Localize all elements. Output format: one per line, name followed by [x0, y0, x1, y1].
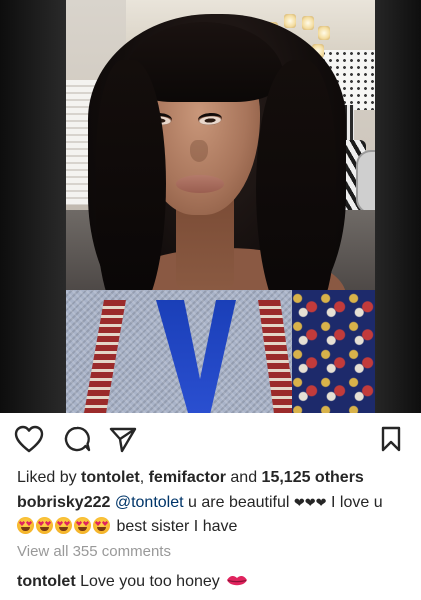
caption-mention[interactable]: @tontolet — [115, 494, 184, 511]
caption-text: u are beautiful — [183, 494, 294, 511]
photo-side-blur-left — [0, 0, 66, 413]
likes-count[interactable]: 15,125 others — [262, 469, 364, 486]
kiss-lips-emoji — [226, 573, 248, 595]
caption-text: I love u — [326, 494, 383, 511]
nose — [190, 140, 208, 162]
heart-eyes-emoji-row — [17, 515, 112, 539]
lips — [176, 175, 224, 193]
dress-navy-print — [292, 290, 375, 413]
heart-eyes-emoji — [17, 517, 34, 534]
caption-text: best sister I have — [112, 518, 238, 536]
heart-eyes-emoji — [36, 517, 53, 534]
bookmark-icon[interactable] — [376, 424, 406, 454]
mirror — [356, 150, 375, 214]
photo-side-blur-right — [375, 0, 421, 413]
liker-username[interactable]: femifactor — [149, 469, 226, 486]
paper-plane-icon[interactable] — [108, 424, 138, 454]
post-caption: bobrisky222 @tontolet u are beautiful ❤❤… — [17, 491, 412, 539]
likes-summary: Liked by tontolet, femifactor and 15,125… — [17, 467, 412, 489]
heart-eyes-emoji — [74, 517, 91, 534]
post-photo[interactable] — [0, 0, 421, 413]
heart-emojis: ❤❤❤ — [293, 495, 327, 510]
caption-username[interactable]: bobrisky222 — [17, 494, 110, 511]
comment-bubble-icon[interactable] — [62, 424, 92, 454]
likes-connector: and — [225, 469, 262, 486]
liker-username[interactable]: tontolet — [81, 469, 140, 486]
heart-eyes-emoji — [93, 517, 110, 534]
likes-prefix: Liked by — [17, 469, 82, 486]
top-comment: tontolet Love you too honey — [17, 571, 248, 595]
comment-text: Love you too honey — [75, 573, 220, 590]
heart-outline-icon[interactable] — [14, 424, 44, 454]
heart-eyes-emoji — [55, 517, 72, 534]
likes-separator: , — [139, 469, 149, 486]
comment-username[interactable]: tontolet — [17, 573, 76, 590]
view-all-comments-link[interactable]: View all 355 comments — [17, 543, 171, 560]
post-action-bar — [0, 424, 421, 456]
post-image[interactable] — [66, 0, 375, 413]
